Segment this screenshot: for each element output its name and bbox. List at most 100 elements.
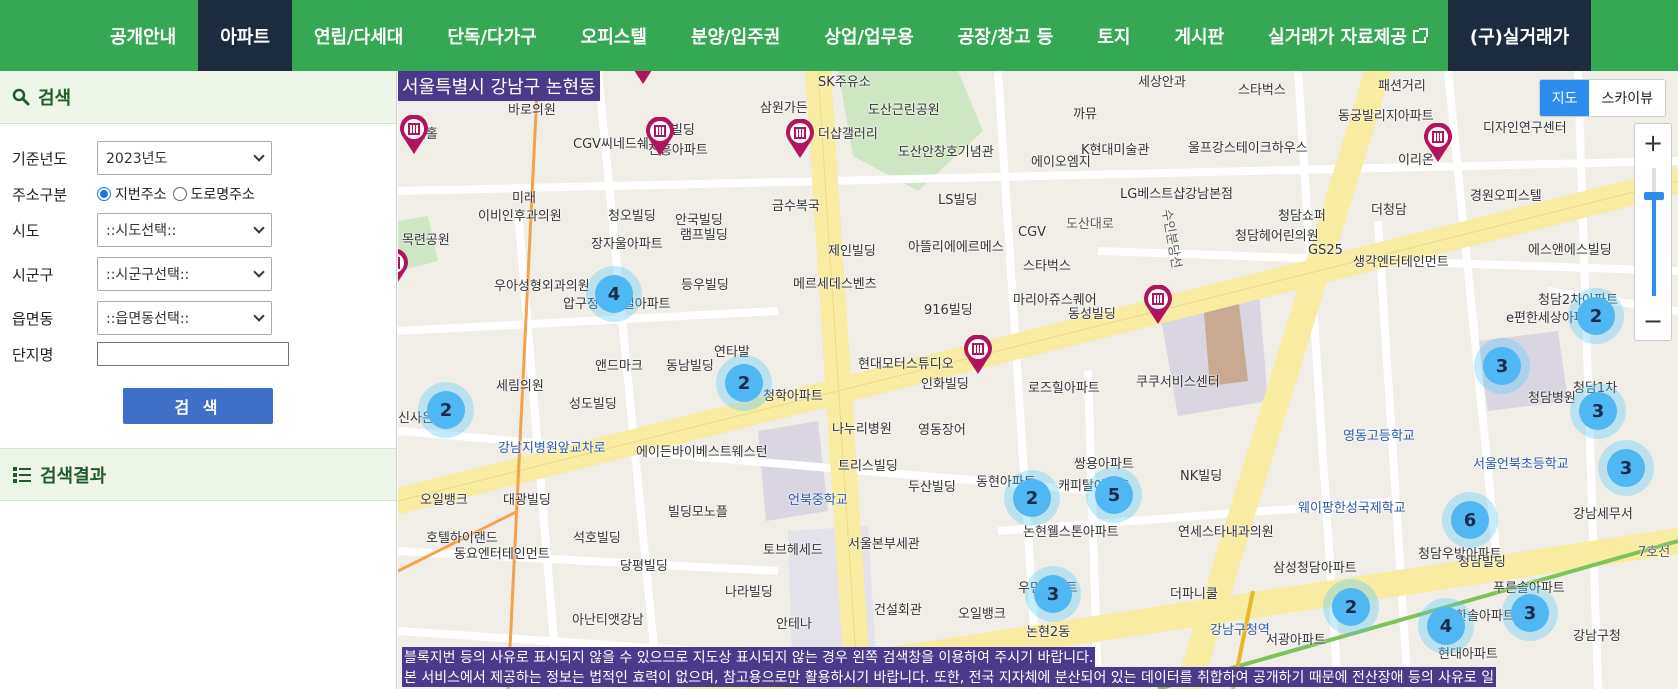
complex-row: 단지명 bbox=[12, 340, 384, 368]
radio-unchecked-icon bbox=[172, 187, 187, 201]
address-type-row: 주소구분 지번주소 도로명주소 bbox=[12, 180, 384, 208]
year-select-value: 2023년도 bbox=[106, 151, 168, 167]
chevron-down-icon bbox=[253, 222, 265, 234]
apartment-pin-icon[interactable] bbox=[1143, 285, 1173, 325]
cluster-count: 4 bbox=[595, 275, 633, 313]
poi-label: 도산안창호기념관 bbox=[898, 145, 994, 160]
poi-label: 청담쇼퍼 bbox=[1278, 209, 1326, 224]
cluster-count: 2 bbox=[1577, 297, 1615, 335]
poi-label: 트리스빌딩 bbox=[838, 459, 898, 474]
poi-label: 영동고등학교 bbox=[1343, 429, 1415, 444]
poi-label: 도산근린공원 bbox=[868, 103, 940, 118]
map-view[interactable]: 장천홀 바로의원 CGV씨네드쉐프 젠테빌딩 진흥아파트 삼원가든 SK주유소 … bbox=[398, 71, 1678, 689]
map-type-map-button[interactable]: 지도 bbox=[1539, 80, 1590, 116]
poi-label: 서울본부세관 bbox=[848, 537, 920, 552]
zoom-handle[interactable] bbox=[1644, 192, 1664, 200]
apartment-pin-icon[interactable] bbox=[399, 115, 429, 155]
search-button[interactable]: 검 색 bbox=[123, 388, 273, 424]
map-type-skyview-button[interactable]: 스카이뷰 bbox=[1589, 80, 1665, 116]
poi-label: CGV bbox=[1018, 225, 1047, 240]
road-address-label: 도로명주소 bbox=[190, 187, 255, 203]
lot-address-radio[interactable]: 지번주소 bbox=[97, 184, 167, 204]
cluster-marker[interactable]: 2 bbox=[1004, 470, 1060, 526]
apartment-pin-icon[interactable] bbox=[645, 117, 675, 157]
cluster-marker[interactable]: 2 bbox=[1568, 288, 1624, 344]
poi-label: 더파니쿨 bbox=[1170, 587, 1218, 602]
poi-label: 오일뱅크 bbox=[420, 493, 468, 508]
cluster-marker[interactable]: 2 bbox=[418, 382, 474, 438]
poi-label: K현대미술관 bbox=[1081, 143, 1150, 158]
road-address-radio[interactable]: 도로명주소 bbox=[172, 184, 255, 204]
nav-item-board[interactable]: 게시판 bbox=[1152, 0, 1246, 71]
nav-item-old-site[interactable]: (구)실거래가 bbox=[1447, 0, 1592, 71]
cluster-marker[interactable]: 4 bbox=[586, 266, 642, 322]
nav-item-notice[interactable]: 공개안내 bbox=[88, 0, 198, 71]
poi-label: 바로의원 bbox=[508, 103, 556, 118]
poi-label: 나누리병원 bbox=[832, 422, 892, 437]
zoom-in-button[interactable]: + bbox=[1635, 124, 1671, 162]
nav-item-rowhouse[interactable]: 연립/다세대 bbox=[292, 0, 425, 71]
poi-label: 건설회관 bbox=[874, 603, 922, 618]
sigungu-select[interactable]: ::시군구선택:: bbox=[97, 257, 272, 291]
poi-label: 세상안과 bbox=[1138, 75, 1186, 90]
cluster-count: 3 bbox=[1607, 449, 1645, 487]
nav-item-data-provision-label: 실거래가 자료제공 bbox=[1268, 26, 1407, 48]
poi-label: 앤드마크 bbox=[595, 359, 643, 374]
search-icon bbox=[12, 88, 30, 106]
nav-item-factory[interactable]: 공장/창고 등 bbox=[936, 0, 1076, 71]
poi-label: SK주유소 bbox=[818, 75, 871, 90]
cluster-marker[interactable]: 6 bbox=[1442, 492, 1498, 548]
poi-label: 토브헤세드 bbox=[763, 543, 823, 558]
poi-label: 안테나 bbox=[776, 617, 812, 632]
search-form: 기준년도 2023년도 주소구분 지번주소 도로명주소 시도 ::시도선택:: … bbox=[0, 124, 396, 424]
poi-label: 청오빌딩 bbox=[608, 209, 656, 224]
poi-label: 언북중학교 bbox=[788, 493, 848, 508]
nav-item-apartment[interactable]: 아파트 bbox=[198, 0, 292, 71]
poi-label: 인화빌딩 bbox=[921, 377, 969, 392]
apartment-pin-icon[interactable] bbox=[963, 335, 993, 375]
apartment-pin-icon[interactable] bbox=[628, 71, 658, 85]
poi-label: 청담헤어린의원 bbox=[1235, 229, 1319, 244]
apartment-pin-icon[interactable] bbox=[785, 119, 815, 159]
poi-label: 청담병원 bbox=[1528, 391, 1576, 406]
poi-label: LS빌딩 bbox=[938, 193, 978, 208]
sido-select[interactable]: ::시도선택:: bbox=[97, 213, 272, 247]
poi-label: 논현2동 bbox=[1026, 625, 1071, 640]
complex-name-input[interactable] bbox=[97, 342, 289, 366]
poi-label: 우아성형외과의원 bbox=[494, 279, 590, 294]
cluster-marker[interactable]: 2 bbox=[716, 355, 772, 411]
poi-label: 7호선 bbox=[1638, 545, 1671, 560]
poi-label: 장자울아파트 bbox=[591, 237, 663, 252]
poi-label: 빌딩모노플 bbox=[668, 505, 728, 520]
poi-label: 대광빌딩 bbox=[503, 493, 551, 508]
cluster-marker[interactable]: 3 bbox=[1570, 383, 1626, 439]
cluster-marker[interactable]: 3 bbox=[1474, 338, 1530, 394]
cluster-marker[interactable]: 3 bbox=[1025, 566, 1081, 622]
radio-checked-icon bbox=[97, 187, 111, 201]
poi-label: 목련공원 bbox=[402, 233, 450, 248]
results-panel-title: 검색결과 bbox=[40, 465, 107, 487]
complex-label: 단지명 bbox=[12, 345, 54, 364]
cluster-marker[interactable]: 3 bbox=[1598, 440, 1654, 496]
apartment-pin-icon[interactable] bbox=[398, 249, 409, 289]
poi-label: 경원오피스텔 bbox=[1470, 189, 1542, 204]
nav-item-land[interactable]: 토지 bbox=[1075, 0, 1152, 71]
poi-label: NK빌딩 bbox=[1180, 469, 1223, 484]
nav-item-detached[interactable]: 단독/다가구 bbox=[425, 0, 558, 71]
year-select[interactable]: 2023년도 bbox=[97, 141, 272, 175]
cluster-count: 2 bbox=[1332, 588, 1370, 626]
nav-item-commercial[interactable]: 상업/업무용 bbox=[802, 0, 935, 71]
zoom-slider[interactable] bbox=[1635, 162, 1671, 302]
cluster-marker[interactable]: 2 bbox=[1323, 579, 1379, 635]
cluster-marker[interactable]: 3 bbox=[1502, 585, 1558, 641]
nav-item-officetel[interactable]: 오피스텔 bbox=[559, 0, 669, 71]
apartment-pin-icon[interactable] bbox=[1423, 123, 1453, 163]
poi-label: 에스앤에스빌딩 bbox=[1528, 243, 1612, 258]
nav-item-presale[interactable]: 분양/입주권 bbox=[669, 0, 802, 71]
dong-select[interactable]: ::읍면동선택:: bbox=[97, 301, 272, 335]
cluster-marker[interactable]: 5 bbox=[1086, 467, 1142, 523]
poi-label: 석호빌딩 bbox=[573, 531, 621, 546]
zoom-out-button[interactable]: − bbox=[1635, 302, 1671, 340]
nav-item-data-provision[interactable]: 실거래가 자료제공 bbox=[1246, 0, 1448, 71]
current-location-label: 서울특별시 강남구 논현동 bbox=[398, 71, 600, 101]
